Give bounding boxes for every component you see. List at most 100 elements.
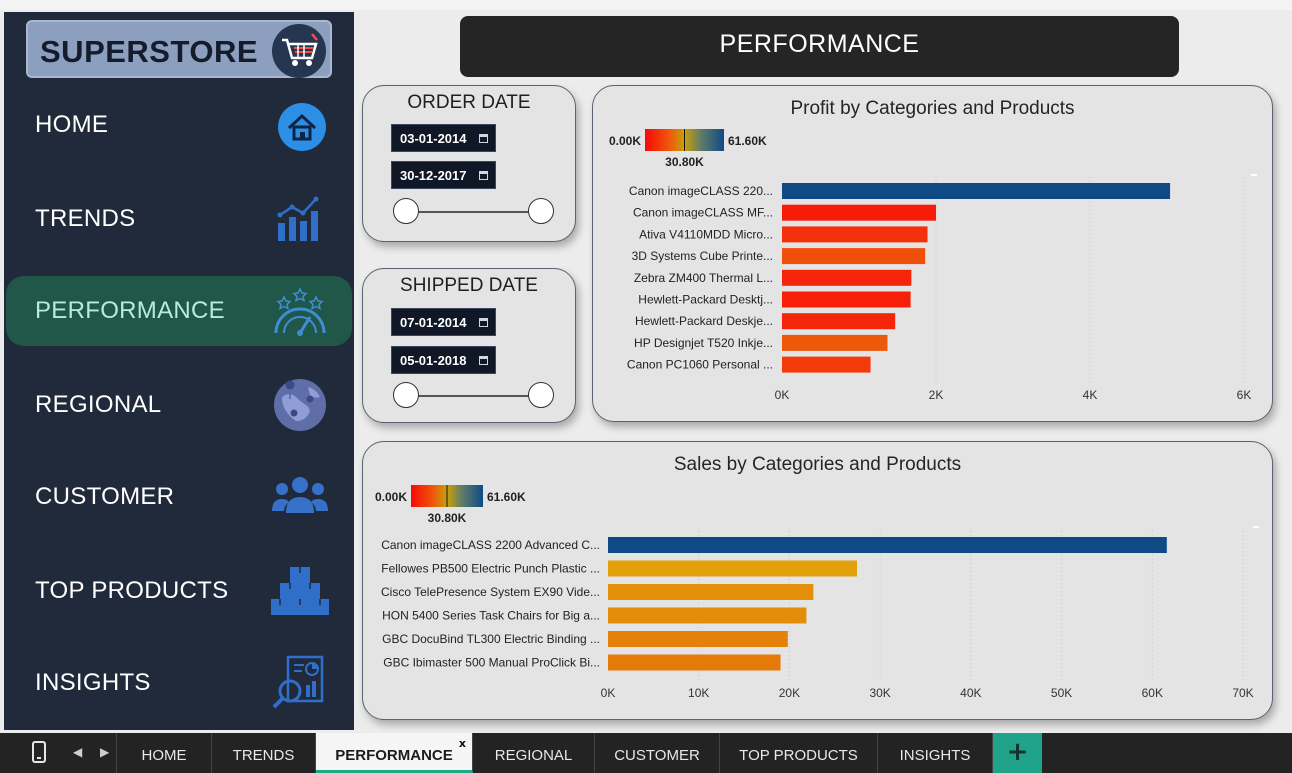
tab-label: PERFORMANCE xyxy=(335,747,453,764)
x-tick-label: 6K xyxy=(1237,388,1252,402)
page-title: PERFORMANCE xyxy=(719,30,920,58)
tab-label: HOME xyxy=(141,747,187,764)
x-tick-label: 30K xyxy=(869,686,890,700)
nav-home-label: HOME xyxy=(35,111,109,138)
bar xyxy=(782,204,936,221)
add-page-button[interactable]: + xyxy=(993,733,1042,773)
home-icon xyxy=(270,97,330,153)
tab-trends[interactable]: TRENDS xyxy=(212,733,316,773)
sales-bar-chart: 0.00K 61.60K 30.80K 0K 10K 20K 30K 40K 50K 60K 70K… xyxy=(375,485,1259,700)
shopping-cart-icon xyxy=(272,24,326,78)
tab-insights[interactable]: INSIGHTS xyxy=(878,733,993,773)
order-date-end-input[interactable]: 30-12-2017 xyxy=(391,161,496,189)
nav-top-products[interactable]: TOP PRODUCTS xyxy=(6,556,352,626)
x-tick-label: 60K xyxy=(1142,686,1163,700)
nav-regional[interactable]: REGIONAL xyxy=(6,370,352,440)
tab-regional[interactable]: REGIONAL xyxy=(473,733,595,773)
order-date-slicer: ORDER DATE 03-01-2014 30-12-2017 xyxy=(362,85,576,242)
category-label: Canon imageCLASS MF... xyxy=(633,206,773,220)
order-date-start-input[interactable]: 03-01-2014 xyxy=(391,124,496,152)
legend-mid-label: 30.80K xyxy=(428,511,467,525)
bar xyxy=(608,537,1167,553)
plus-icon: + xyxy=(1006,737,1029,767)
shipped-date-end-input[interactable]: 05-01-2018 xyxy=(391,346,496,374)
order-date-end-value: 30-12-2017 xyxy=(400,168,467,183)
bar xyxy=(782,248,926,265)
bar xyxy=(608,607,807,624)
shipped-date-start-value: 07-01-2014 xyxy=(400,315,467,330)
tab-label: CUSTOMER xyxy=(614,747,700,764)
nav-insights-label: INSIGHTS xyxy=(35,669,151,696)
nav-trends-label: TRENDS xyxy=(35,205,136,232)
shipped-date-title: SHIPPED DATE xyxy=(400,275,538,296)
nav-insights[interactable]: INSIGHTS xyxy=(6,648,352,718)
calendar-icon xyxy=(479,171,488,180)
globe-map-icon xyxy=(270,377,330,433)
calendar-icon xyxy=(479,134,488,143)
bar xyxy=(782,356,871,373)
mobile-layout-icon[interactable] xyxy=(32,741,46,763)
order-date-start-value: 03-01-2014 xyxy=(400,131,467,146)
bar xyxy=(782,291,911,308)
category-label: Canon imageCLASS 220... xyxy=(629,184,773,198)
nav-home[interactable]: HOME xyxy=(6,90,352,160)
nav-customer[interactable]: CUSTOMER xyxy=(6,462,352,532)
nav-trends[interactable]: TRENDS xyxy=(6,184,352,254)
tab-scroll-right-icon[interactable]: ▶ xyxy=(100,745,109,759)
top-strip xyxy=(0,0,1292,10)
bar xyxy=(608,584,814,600)
order-date-slider-track[interactable] xyxy=(405,211,541,213)
close-tab-icon[interactable]: x xyxy=(459,737,466,750)
tab-top-products[interactable]: TOP PRODUCTS xyxy=(720,733,878,773)
profit-bar-chart: 0.00K 61.60K 30.80K 0K 2K 4K 6K Canon imageCLAS… xyxy=(609,129,1257,402)
bar xyxy=(782,183,1171,199)
category-label: Hewlett-Packard Desktj... xyxy=(638,293,773,307)
sales-chart-card: Sales by Categories and Products 0.00K 61… xyxy=(362,441,1273,720)
shipped-date-start-input[interactable]: 07-01-2014 xyxy=(391,308,496,336)
brand-title: SUPERSTORE xyxy=(40,34,259,69)
bar xyxy=(782,334,888,351)
x-tick-label: 20K xyxy=(779,686,800,700)
shipped-date-slicer: SHIPPED DATE 07-01-2014 05-01-2018 xyxy=(362,268,576,423)
shipped-date-slider-start-handle[interactable] xyxy=(393,382,419,408)
bar xyxy=(608,631,788,647)
tab-home[interactable]: HOME xyxy=(117,733,212,773)
category-label: Canon imageCLASS 2200 Advanced C... xyxy=(381,538,600,552)
x-tick-label: 10K xyxy=(688,686,709,700)
category-label: Cisco TelePresence System EX90 Vide... xyxy=(381,585,600,599)
category-label: HP Designjet T520 Inkje... xyxy=(634,336,773,350)
shipped-date-slider-end-handle[interactable] xyxy=(528,382,554,408)
nav-regional-label: REGIONAL xyxy=(35,391,162,418)
x-tick-label: 0K xyxy=(775,388,790,402)
tab-customer[interactable]: CUSTOMER xyxy=(595,733,720,773)
bar xyxy=(782,226,928,243)
x-tick-label: 4K xyxy=(1083,388,1098,402)
order-date-title: ORDER DATE xyxy=(407,92,531,113)
x-tick-label: 70K xyxy=(1232,686,1253,700)
order-date-slider-start-handle[interactable] xyxy=(393,198,419,224)
trends-chart-icon xyxy=(270,191,330,247)
users-group-icon xyxy=(270,469,330,525)
legend-min-label: 0.00K xyxy=(375,490,407,504)
x-tick-label: 40K xyxy=(960,686,981,700)
performance-gauge-icon xyxy=(270,283,330,339)
legend-max-label: 61.60K xyxy=(728,134,767,148)
category-label: Hewlett-Packard Deskje... xyxy=(635,314,773,328)
tab-label: REGIONAL xyxy=(494,747,573,764)
sidebar: SUPERSTORE HOME TRENDS PERFORMANCE REGIO… xyxy=(4,12,354,730)
category-label: HON 5400 Series Task Chairs for Big a... xyxy=(382,609,600,623)
shipped-date-slider-track[interactable] xyxy=(405,395,541,397)
tab-scroll-left-icon[interactable]: ◀ xyxy=(73,745,82,759)
x-tick-label: 50K xyxy=(1051,686,1072,700)
nav-performance[interactable]: PERFORMANCE xyxy=(6,276,352,346)
order-date-slider-end-handle[interactable] xyxy=(528,198,554,224)
page-tab-bar: ◀ ▶ HOME TRENDS PERFORMANCE x REGIONAL CUSTOM… xyxy=(0,733,1292,773)
nav-customer-label: CUSTOMER xyxy=(35,483,175,510)
tab-performance[interactable]: PERFORMANCE x xyxy=(316,733,473,773)
calendar-icon xyxy=(479,318,488,327)
boxes-icon xyxy=(270,563,330,619)
nav-top-products-label: TOP PRODUCTS xyxy=(35,577,229,604)
bar xyxy=(782,313,896,330)
x-tick-label: 2K xyxy=(929,388,944,402)
tab-label: INSIGHTS xyxy=(899,747,971,764)
